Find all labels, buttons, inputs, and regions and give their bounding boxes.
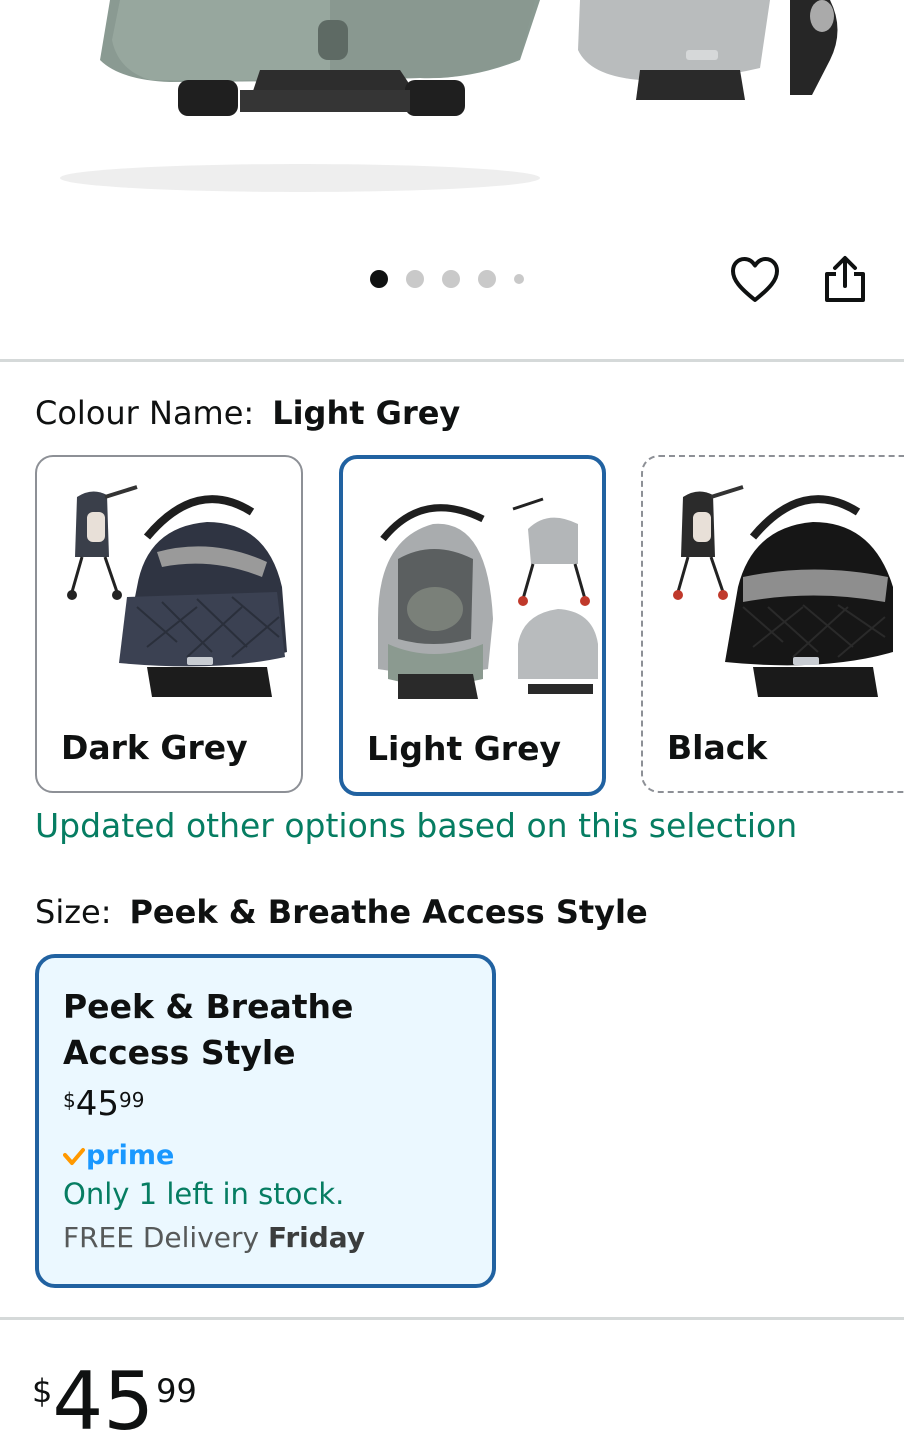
- pager-dot[interactable]: [406, 270, 424, 288]
- delivery-info: FREE Delivery Friday: [63, 1221, 468, 1254]
- share-icon[interactable]: [822, 254, 868, 304]
- light-grey-thumbnail: [378, 497, 598, 699]
- swatch-dark-grey[interactable]: Dark Grey: [35, 455, 303, 793]
- section-divider: [0, 1317, 904, 1320]
- dark-grey-thumbnail: [67, 485, 287, 697]
- price-symbol: $: [63, 1088, 76, 1112]
- pager-dot[interactable]: [514, 274, 524, 284]
- colour-name-row: Colour Name: Light Grey: [35, 394, 460, 432]
- pager-dot[interactable]: [370, 270, 388, 288]
- pager-dot[interactable]: [478, 270, 496, 288]
- swatch-black[interactable]: Black: [641, 455, 904, 793]
- swatch-label: Dark Grey: [61, 728, 248, 767]
- stock-status: Only 1 left in stock.: [63, 1177, 345, 1211]
- colour-name-value: Light Grey: [272, 394, 461, 432]
- black-thumbnail: [673, 485, 893, 697]
- swatch-light-grey[interactable]: Light Grey: [339, 455, 606, 796]
- main-price-fraction: 99: [156, 1372, 197, 1410]
- price-whole: 45: [75, 1084, 119, 1124]
- size-option-title: Peek & Breathe Access Style: [63, 987, 354, 1072]
- size-value: Peek & Breathe Access Style: [129, 893, 648, 931]
- delivery-day: Friday: [267, 1221, 366, 1254]
- prime-label: prime: [86, 1140, 175, 1171]
- prime-badge: prime: [63, 1140, 468, 1171]
- colour-name-label: Colour Name:: [35, 394, 255, 432]
- pager-dot[interactable]: [442, 270, 460, 288]
- main-price-whole: 45: [52, 1355, 155, 1440]
- product-image: [60, 0, 838, 192]
- price-fraction: 99: [119, 1088, 145, 1112]
- updated-options-message: Updated other options based on this sele…: [35, 806, 798, 845]
- swatch-label: Black: [667, 728, 768, 767]
- heart-icon[interactable]: [730, 256, 780, 304]
- image-pager[interactable]: [370, 270, 524, 288]
- size-label: Size:: [35, 893, 112, 931]
- main-price: $45 99: [32, 1362, 197, 1440]
- product-image-carousel[interactable]: [0, 0, 904, 220]
- size-option-card[interactable]: Peek & Breathe Access Style $45 99 prime …: [35, 954, 496, 1288]
- swatch-label: Light Grey: [367, 729, 561, 768]
- check-icon: [63, 1147, 85, 1165]
- size-option-price: $45 99: [63, 1084, 468, 1124]
- main-price-symbol: $: [32, 1372, 53, 1410]
- size-row: Size: Peek & Breathe Access Style: [35, 893, 648, 931]
- delivery-prefix: FREE Delivery: [63, 1221, 260, 1254]
- section-divider: [0, 359, 904, 362]
